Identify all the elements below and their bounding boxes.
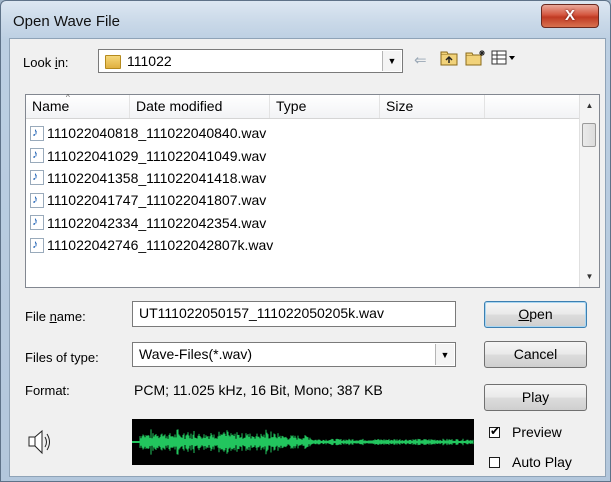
file-list-header: Name Date modified Type Size ^ [26,93,581,119]
open-wave-file-dialog: Open Wave File X Look in: 111022 ▼ ⇐ Nam… [0,0,611,482]
dialog-title: Open Wave File [13,13,120,30]
look-in-combo[interactable]: 111022 ▼ [98,49,403,73]
preview-label: Preview [512,424,562,440]
column-header-type[interactable]: Type [270,95,380,118]
column-header-name[interactable]: Name [26,95,130,118]
vertical-scrollbar[interactable]: ▲ ▼ [579,95,599,287]
format-label: Format: [25,383,70,398]
folder-icon [105,55,121,69]
up-folder-icon[interactable] [439,49,459,71]
file-name-text: 111022041747_111022041807.wav [47,192,267,209]
wave-file-icon [30,147,44,164]
file-type-select[interactable]: Wave-Files(*.wav) ▼ [132,342,456,367]
scroll-thumb[interactable] [582,123,596,147]
scroll-up-icon[interactable]: ▲ [580,97,599,114]
open-button[interactable]: Open [484,301,587,328]
wave-file-icon [30,169,44,186]
close-button[interactable]: X [541,4,599,28]
list-item[interactable]: 111022041358_111022041418.wav [30,167,273,189]
speaker-icon[interactable] [25,428,53,456]
chevron-down-icon[interactable]: ▼ [435,344,454,365]
format-value: PCM; 11.025 kHz, 16 Bit, Mono; 387 KB [134,382,383,398]
chevron-down-icon[interactable]: ▼ [382,51,401,71]
column-header-date-modified[interactable]: Date modified [130,95,270,118]
file-list[interactable]: Name Date modified Type Size ^ 111022040… [25,93,600,288]
wave-file-icon [30,192,44,208]
file-name-text: 111022041358_111022041418.wav [47,169,267,186]
list-item[interactable]: 111022041747_111022041807.wav [30,189,273,211]
file-name-input[interactable]: UT111022050157_111022050205k.wav [132,301,456,327]
file-type-value: Wave-Files(*.wav) [139,346,253,362]
file-name-text: 111022042334_111022042354.wav [47,214,267,231]
wave-file-icon [30,237,44,253]
file-rows: 111022040818_111022040840.wav 1110220410… [30,122,273,256]
list-item[interactable]: 111022042746_111022042807k.wav [30,234,273,256]
check-mark-icon: ✔ [490,424,501,438]
file-name-text: 111022042746_111022042807k.wav [47,237,274,254]
wave-file-icon [30,125,44,141]
list-item[interactable]: 111022041029_111022041049.wav [30,144,273,166]
auto-play-checkbox[interactable] [489,457,500,468]
dialog-client-area: Look in: 111022 ▼ ⇐ Name Date modified T… [9,38,606,477]
title-bar[interactable]: Open Wave File X [1,1,610,37]
waveform-graph [132,429,474,455]
sort-ascending-icon: ^ [66,93,70,102]
back-arrow-icon[interactable]: ⇐ [414,51,427,69]
play-button[interactable]: Play [484,384,587,411]
list-item[interactable]: 111022042334_111022042354.wav [30,212,273,234]
file-name-text: 111022041029_111022041049.wav [47,147,267,164]
wave-file-icon [30,214,44,231]
files-of-type-label: Files of type: [25,350,99,365]
scroll-down-icon[interactable]: ▼ [580,268,599,285]
views-menu-icon[interactable] [491,49,517,71]
look-in-label: Look in: [23,55,69,70]
file-name-text: 111022040818_111022040840.wav [47,125,267,142]
list-item[interactable]: 111022040818_111022040840.wav [30,122,273,144]
new-folder-icon[interactable] [465,49,487,71]
preview-checkbox[interactable]: ✔ [489,424,501,438]
cancel-button[interactable]: Cancel [484,341,587,368]
look-in-value: 111022 [127,53,172,69]
column-header-size[interactable]: Size [380,95,485,118]
auto-play-label: Auto Play [512,454,572,470]
waveform-preview [132,419,474,465]
file-name-label: File name: [25,309,86,324]
